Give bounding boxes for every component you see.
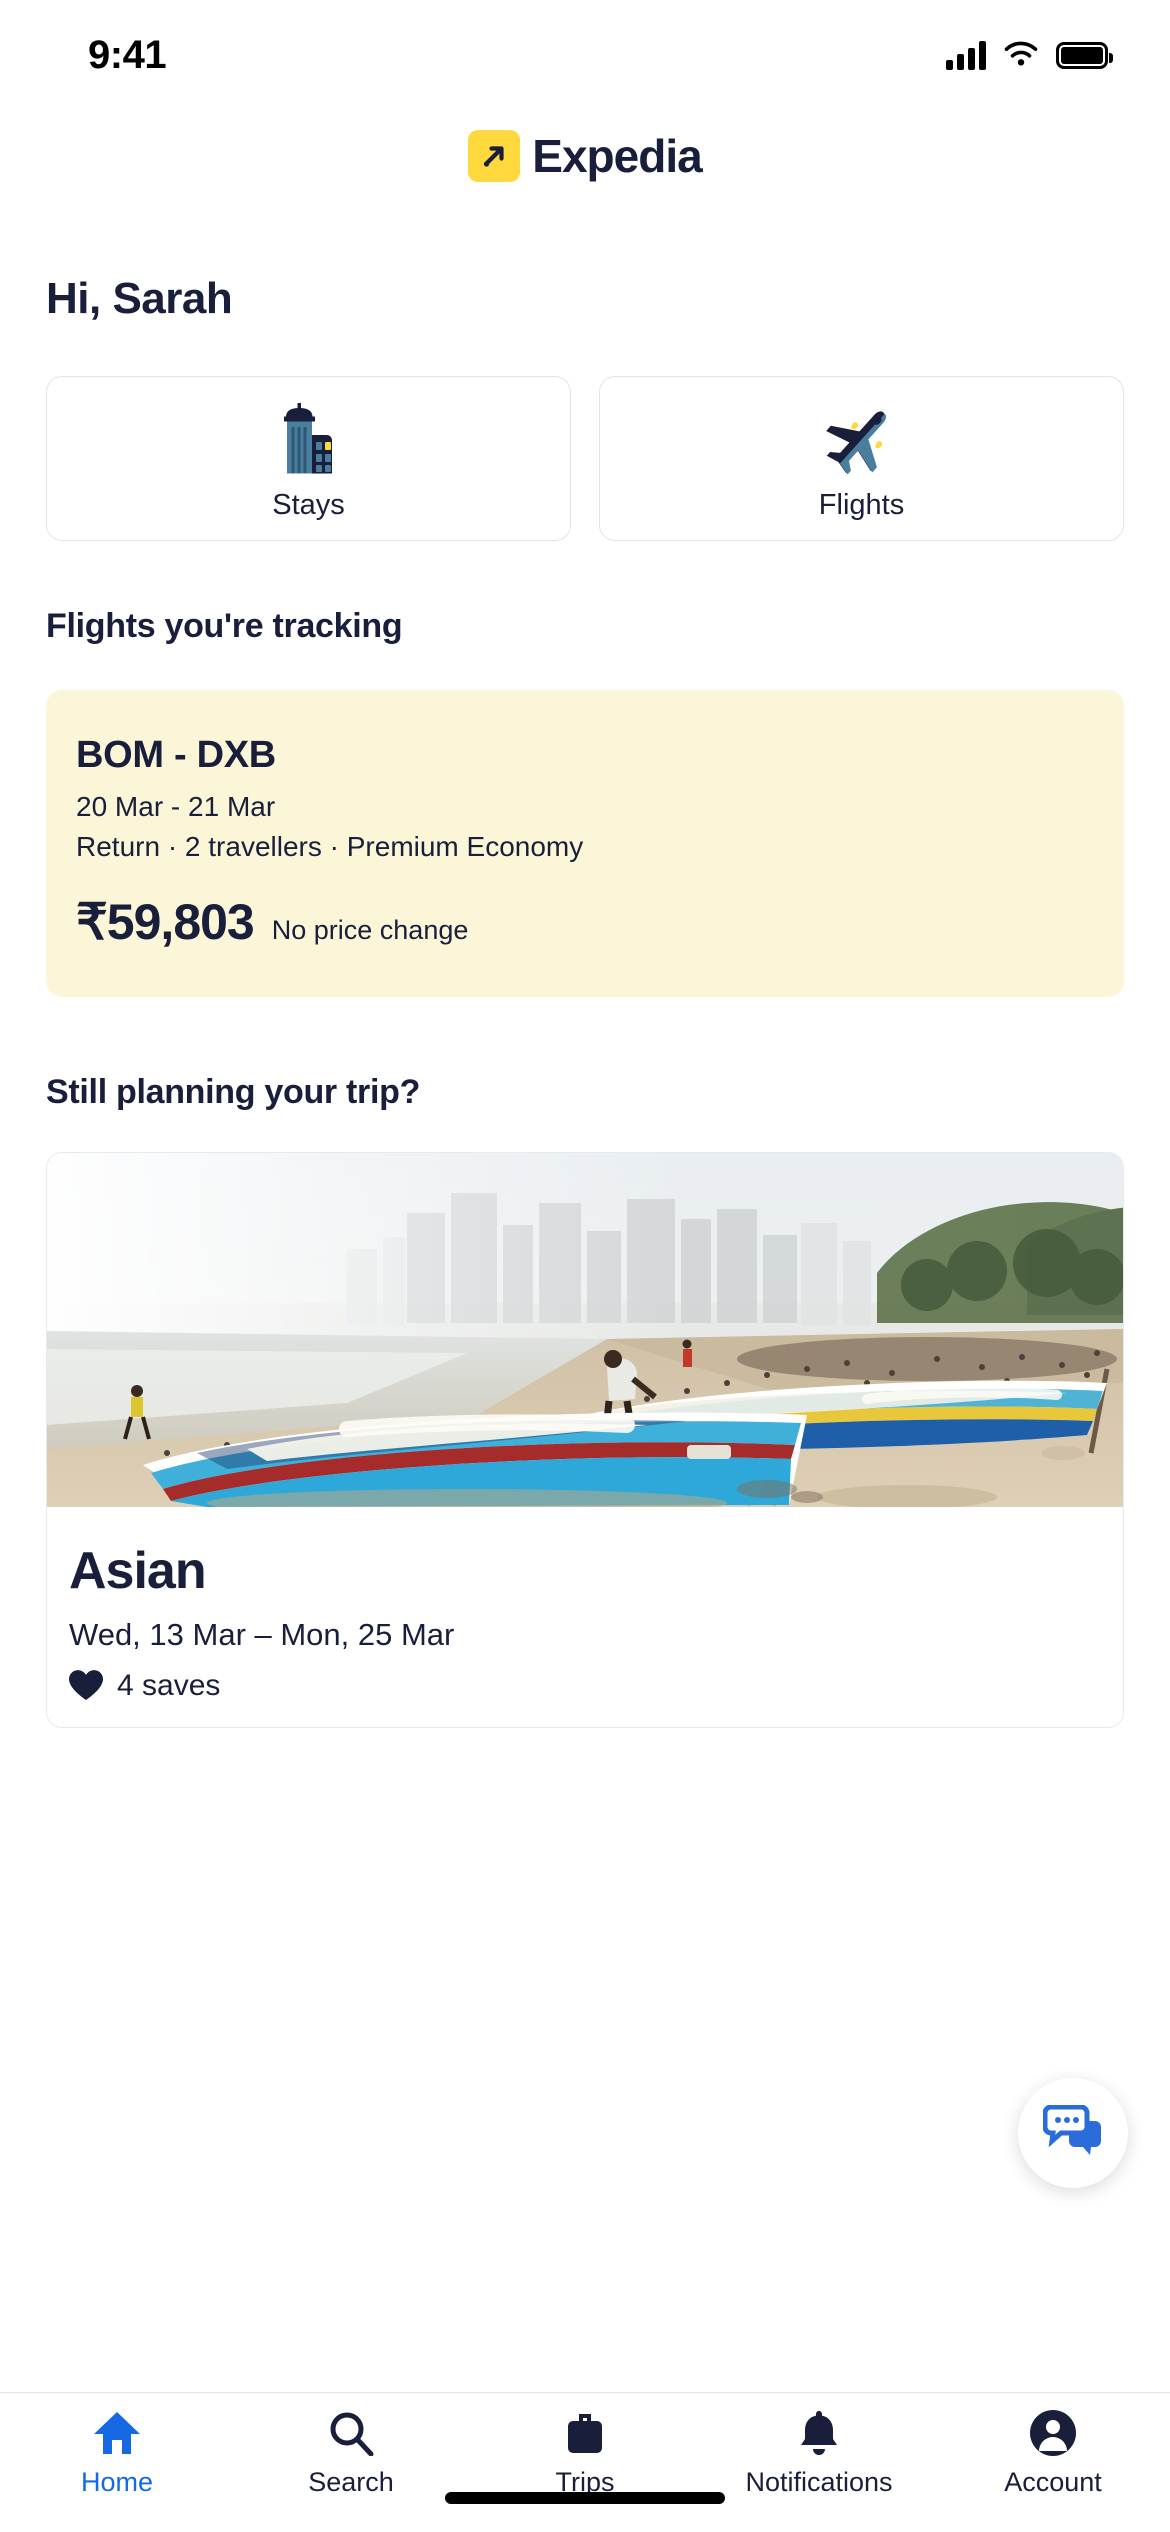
- tracked-flight-price-change: No price change: [271, 915, 469, 945]
- quick-action-label: Stays: [272, 489, 345, 521]
- nav-label: Search: [308, 2467, 394, 2497]
- quick-actions-row: Stays Flights: [46, 376, 1124, 541]
- suitcase-icon: [562, 2407, 608, 2459]
- chat-bubbles-icon: [1043, 2105, 1101, 2155]
- trip-saves-row: 4 saves: [69, 1669, 1101, 1703]
- hotel-building-icon: [263, 395, 355, 483]
- chat-fab-button[interactable]: [1018, 2078, 1128, 2188]
- trip-dates: Wed, 13 Mar – Mon, 25 Mar: [69, 1617, 455, 1652]
- planning-section-title: Still planning your trip?: [46, 1073, 421, 1111]
- cellular-signal-icon: [946, 40, 986, 70]
- expedia-logo-icon: [468, 130, 521, 182]
- trip-saves-count: 4 saves: [117, 1669, 221, 1702]
- home-icon: [93, 2407, 141, 2459]
- trip-card[interactable]: Asian Wed, 13 Mar – Mon, 25 Mar 4 saves: [46, 1152, 1124, 1728]
- nav-item-trips[interactable]: Trips: [468, 2407, 702, 2498]
- nav-item-notifications[interactable]: Notifications: [702, 2407, 936, 2498]
- app-header: Expedia: [0, 110, 1170, 202]
- nav-item-home[interactable]: Home: [0, 2407, 234, 2498]
- status-time: 9:41: [88, 32, 167, 77]
- search-icon: [328, 2407, 374, 2459]
- trip-card-body: Asian Wed, 13 Mar – Mon, 25 Mar 4 saves: [47, 1507, 1123, 1727]
- nav-label: Home: [80, 2467, 154, 2497]
- status-bar: 9:41: [0, 0, 1170, 110]
- quick-action-flights[interactable]: Flights: [599, 376, 1124, 541]
- bottom-navigation-bar: Home Search Trips Notifications Account: [0, 2392, 1170, 2532]
- nav-label: Notifications: [745, 2467, 893, 2497]
- quick-action-label: Flights: [818, 489, 905, 521]
- nav-item-account[interactable]: Account: [936, 2407, 1170, 2498]
- tracked-flight-card[interactable]: BOM - DXB 20 Mar - 21 Mar Return · 2 tra…: [46, 690, 1124, 997]
- tracked-flight-meta: Return · 2 travellers · Premium Economy: [76, 831, 584, 862]
- brand-name: Expedia: [532, 130, 702, 182]
- tracked-flight-dates: 20 Mar - 21 Mar: [76, 791, 276, 822]
- planning-section: Still planning your trip? Asian Wed, 13 …: [46, 1073, 1124, 1728]
- tracking-section: Flights you're tracking BOM - DXB 20 Mar…: [46, 607, 1124, 997]
- greeting-title: Hi, Sarah: [46, 274, 233, 323]
- nav-item-search[interactable]: Search: [234, 2407, 468, 2498]
- bell-icon: [797, 2407, 841, 2459]
- beach-with-fishing-boats-photo: [47, 1153, 1123, 1507]
- quick-action-stays[interactable]: Stays: [46, 376, 571, 541]
- account-avatar-icon: [1029, 2407, 1077, 2459]
- airplane-icon: [816, 395, 908, 483]
- heart-icon: [69, 1670, 103, 1700]
- home-indicator: [445, 2492, 725, 2504]
- status-indicators: [946, 40, 1113, 70]
- tracked-flight-price: ₹59,803: [76, 894, 255, 950]
- nav-label: Account: [1004, 2467, 1102, 2497]
- tracked-flight-route: BOM - DXB: [76, 734, 276, 776]
- battery-icon: [1056, 41, 1113, 69]
- trip-title: Asian: [69, 1542, 207, 1600]
- wifi-icon: [1004, 41, 1038, 66]
- tracked-flight-price-row: ₹59,803 No price change: [76, 893, 1094, 951]
- tracking-section-title: Flights you're tracking: [46, 607, 403, 645]
